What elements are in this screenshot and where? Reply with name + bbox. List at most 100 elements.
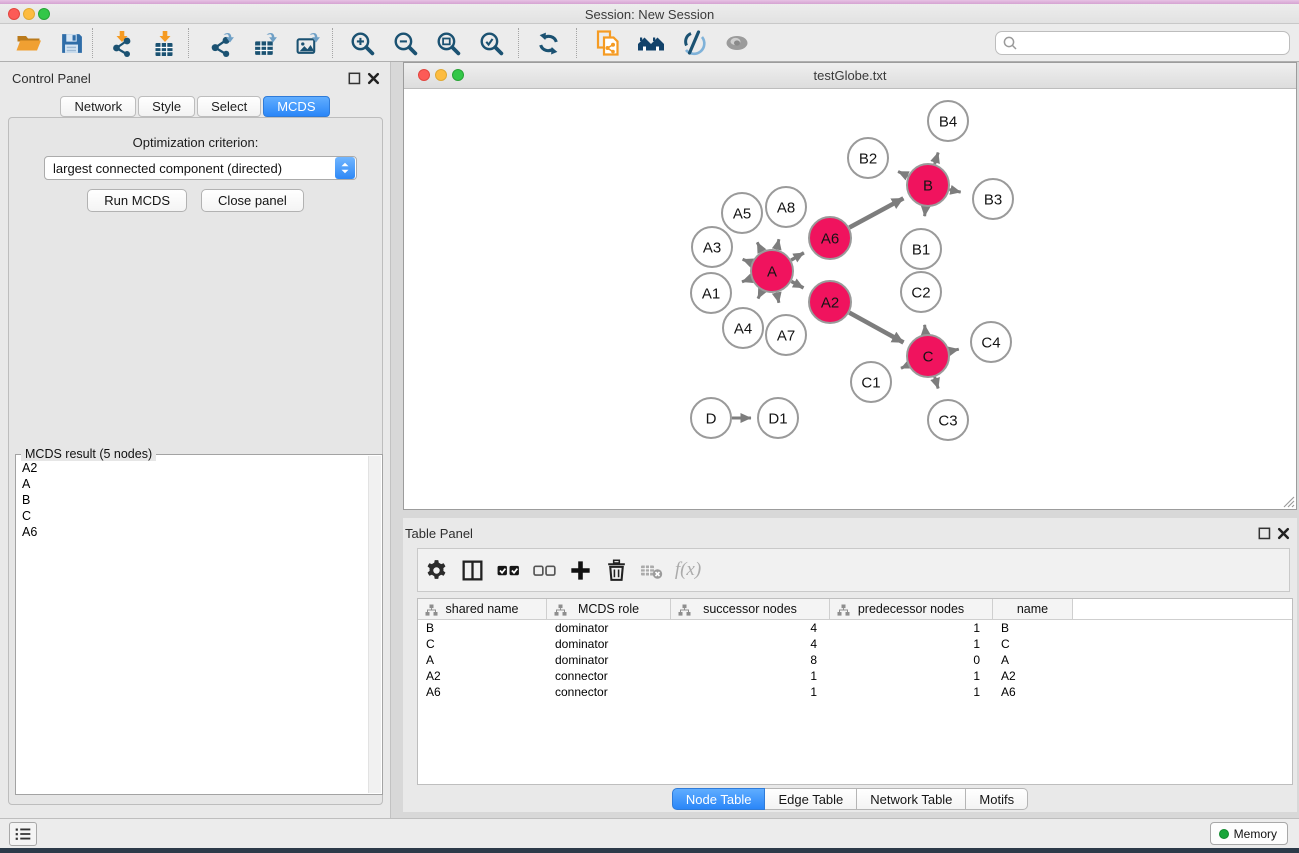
graph-node-A8[interactable]: A8 — [766, 187, 806, 227]
table-row[interactable]: Bdominator41B — [418, 620, 1292, 636]
select-all-columns-button[interactable] — [490, 552, 526, 588]
graph-node-A2[interactable]: A2 — [809, 281, 851, 323]
graph-edge-A6-B[interactable] — [849, 198, 903, 227]
table-cell[interactable]: dominator — [547, 620, 671, 636]
graph-node-A[interactable]: A — [751, 250, 793, 292]
show-hide-panels-button[interactable] — [9, 822, 37, 846]
graph-node-A6[interactable]: A6 — [809, 217, 851, 259]
import-table-button[interactable] — [147, 26, 183, 60]
table-cell[interactable]: A6 — [993, 684, 1073, 700]
table-cell[interactable]: 1 — [671, 684, 830, 700]
import-network-button[interactable] — [104, 26, 140, 60]
graph-node-A3[interactable]: A3 — [692, 227, 732, 267]
graph-node-C2[interactable]: C2 — [901, 272, 941, 312]
table-row[interactable]: Cdominator41C — [418, 636, 1292, 652]
graph-edge-A-A4[interactable] — [758, 291, 762, 299]
close-panel-button[interactable]: Close panel — [201, 189, 304, 212]
table-cell[interactable]: 1 — [830, 684, 993, 700]
table-cell[interactable]: 1 — [671, 668, 830, 684]
table-cell[interactable]: A6 — [418, 684, 547, 700]
toggle-panes-button[interactable] — [454, 552, 490, 588]
table-cell[interactable]: connector — [547, 668, 671, 684]
tab-edge-table[interactable]: Edge Table — [765, 788, 857, 810]
graph-node-C[interactable]: C — [907, 335, 949, 377]
graph-edge-C-C2[interactable] — [925, 325, 926, 334]
table-cell[interactable]: 8 — [671, 652, 830, 668]
mcds-result-item[interactable]: C — [17, 508, 367, 524]
graph-node-A7[interactable]: A7 — [766, 315, 806, 355]
close-panel-icon[interactable] — [367, 72, 380, 85]
table-cell[interactable]: dominator — [547, 636, 671, 652]
zoom-out-button[interactable] — [387, 26, 423, 60]
table-cell[interactable]: C — [993, 636, 1073, 652]
graph-node-D1[interactable]: D1 — [758, 398, 798, 438]
mcds-result-scrollbar[interactable] — [368, 456, 381, 793]
graph-node-B4[interactable]: B4 — [928, 101, 968, 141]
table-cell[interactable]: B — [418, 620, 547, 636]
table-settings-gear-button[interactable] — [418, 552, 454, 588]
table-cell[interactable]: connector — [547, 684, 671, 700]
float-panel-icon[interactable] — [348, 72, 361, 85]
graph-edge-C-C4[interactable] — [950, 349, 959, 351]
window-resize-grip[interactable] — [1281, 494, 1295, 508]
graph-edge-C-C3[interactable] — [935, 377, 939, 389]
table-row[interactable]: Adominator80A — [418, 652, 1292, 668]
graph-node-C1[interactable]: C1 — [851, 362, 891, 402]
column-header-predecessor-nodes[interactable]: predecessor nodes — [830, 599, 993, 619]
hide-graphics-details-button[interactable] — [676, 26, 712, 60]
column-header-name[interactable]: name — [993, 599, 1073, 619]
tab-style[interactable]: Style — [138, 96, 195, 117]
table-cell[interactable]: A2 — [418, 668, 547, 684]
graph-edge-B-B4[interactable] — [935, 153, 939, 165]
refresh-layout-button[interactable] — [530, 26, 566, 60]
tab-network[interactable]: Network — [60, 96, 136, 117]
zoom-selected-button[interactable] — [473, 26, 509, 60]
table-cell[interactable]: C — [418, 636, 547, 652]
show-graphics-details-button[interactable] — [719, 26, 755, 60]
table-cell[interactable]: A — [993, 652, 1073, 668]
graph-edge-A-A7[interactable] — [777, 293, 779, 303]
graph-node-D[interactable]: D — [691, 398, 731, 438]
column-header-shared-name[interactable]: shared name — [418, 599, 547, 619]
graph-edge-A-A3[interactable] — [743, 259, 752, 263]
delete-column-button[interactable] — [598, 552, 634, 588]
graph-node-B3[interactable]: B3 — [973, 179, 1013, 219]
graph-edge-A-A6[interactable] — [791, 253, 804, 260]
graph-node-A1[interactable]: A1 — [691, 273, 731, 313]
network-window-titlebar[interactable]: testGlobe.txt — [404, 63, 1296, 89]
column-header-successor-nodes[interactable]: successor nodes — [671, 599, 830, 619]
zoom-in-button[interactable] — [344, 26, 380, 60]
add-column-button[interactable] — [562, 552, 598, 588]
unselect-all-columns-button[interactable] — [526, 552, 562, 588]
search-box[interactable] — [995, 31, 1290, 55]
graph-edge-C-C1[interactable] — [901, 365, 908, 368]
graph-edge-A2-C[interactable] — [849, 313, 903, 343]
mcds-result-item[interactable]: A6 — [17, 524, 367, 540]
table-cell[interactable]: A2 — [993, 668, 1073, 684]
graph-edge-A-A8[interactable] — [777, 239, 779, 249]
graph-node-A5[interactable]: A5 — [722, 193, 762, 233]
graph-node-C4[interactable]: C4 — [971, 322, 1011, 362]
tab-network-table[interactable]: Network Table — [857, 788, 966, 810]
table-cell[interactable]: 4 — [671, 636, 830, 652]
export-table-button[interactable] — [247, 26, 283, 60]
zoom-fit-button[interactable] — [430, 26, 466, 60]
graph-node-C3[interactable]: C3 — [928, 400, 968, 440]
table-cell[interactable]: 1 — [830, 636, 993, 652]
table-cell[interactable]: 4 — [671, 620, 830, 636]
tab-select[interactable]: Select — [197, 96, 261, 117]
table-row[interactable]: A2connector11A2 — [418, 668, 1292, 684]
graph-edge-B-B3[interactable] — [950, 190, 961, 193]
graph-edge-A-A1[interactable] — [742, 279, 751, 282]
float-table-panel-icon[interactable] — [1258, 527, 1271, 540]
mcds-result-item[interactable]: B — [17, 492, 367, 508]
graph-node-A4[interactable]: A4 — [723, 308, 763, 348]
graph-node-B2[interactable]: B2 — [848, 138, 888, 178]
network-graph[interactable]: AA1A2A3A4A5A6A7A8BB1B2B3B4CC1C2C3C4DD1 — [404, 89, 1296, 509]
export-network-button[interactable] — [204, 26, 240, 60]
search-input[interactable] — [1019, 34, 1289, 52]
network-canvas[interactable]: AA1A2A3A4A5A6A7A8BB1B2B3B4CC1C2C3C4DD1 — [404, 89, 1296, 509]
close-table-panel-icon[interactable] — [1277, 527, 1290, 540]
graph-node-B[interactable]: B — [907, 164, 949, 206]
tab-motifs[interactable]: Motifs — [966, 788, 1028, 810]
